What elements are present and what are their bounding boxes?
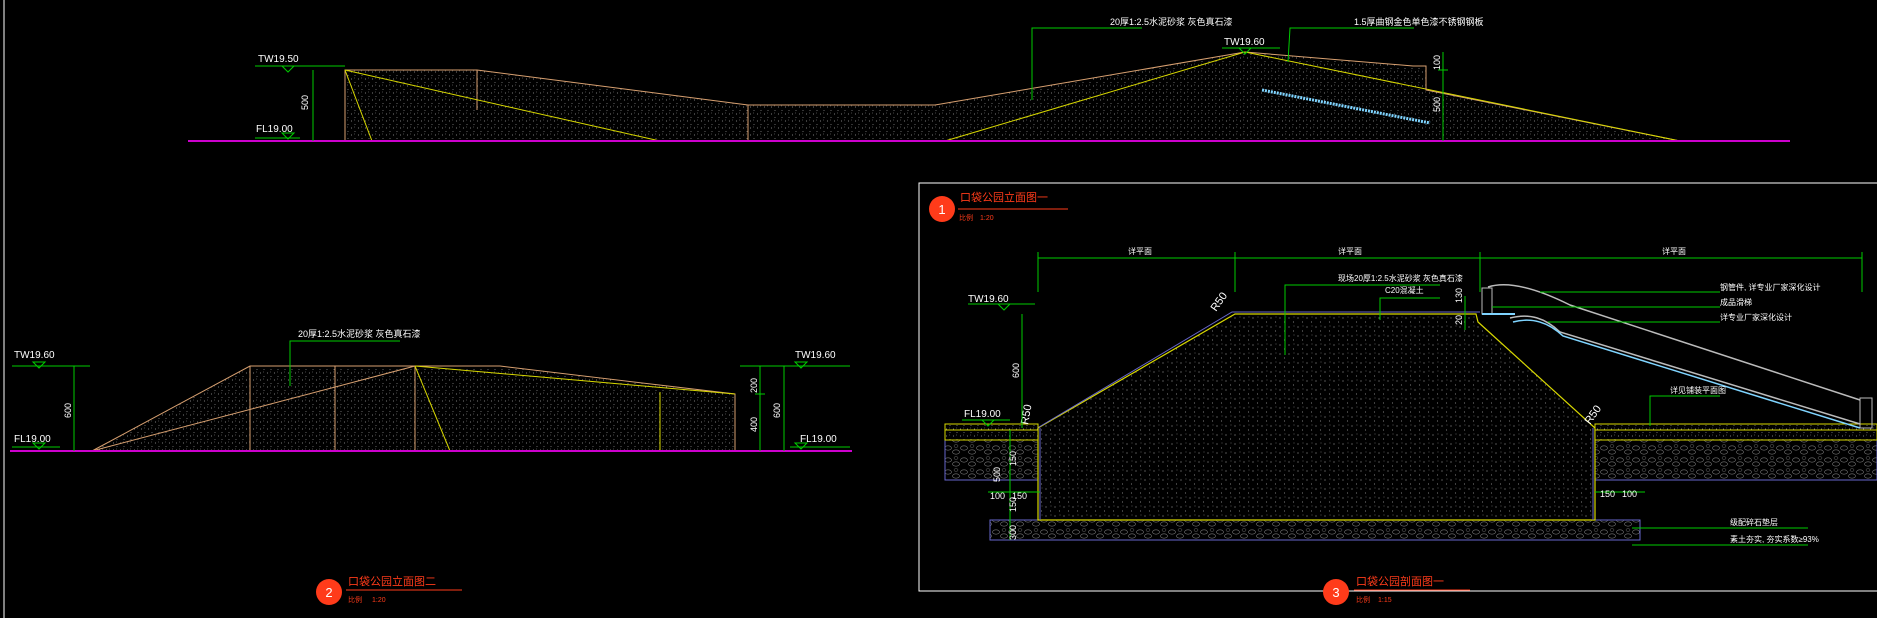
tw-peak-label: TW19.60 bbox=[1224, 37, 1265, 48]
dim-150r: 150 bbox=[1600, 489, 1615, 499]
dim-150a: 150 bbox=[1008, 451, 1018, 466]
fl-left-label-2: FL19.00 bbox=[14, 434, 51, 445]
note-weld: 成品滑梯 bbox=[1720, 297, 1752, 307]
title-2: 口袋公园立面图二 bbox=[348, 574, 436, 588]
r50-right: R50 bbox=[1583, 403, 1604, 426]
fl-right-label-2: FL19.00 bbox=[800, 434, 837, 445]
note-surface: 详见铺装平面图 bbox=[1670, 385, 1726, 395]
r50-top-left: R50 bbox=[1209, 290, 1230, 313]
section-mound bbox=[1037, 313, 1596, 521]
elevation-top-mass bbox=[344, 51, 1681, 142]
cad-drawing-canvas: TW19.50 FL19.00 500 TW19.60 100 500 20厚1… bbox=[3, 0, 1877, 618]
title-number-2: 2 bbox=[325, 585, 332, 600]
dim-500-section: 500 bbox=[992, 467, 1002, 482]
fl-left-label: FL19.00 bbox=[256, 124, 293, 135]
elevation-top: TW19.50 FL19.00 500 TW19.60 100 500 20厚1… bbox=[188, 16, 1790, 142]
scale-1: 1:20 bbox=[980, 215, 994, 222]
title-3: 口袋公园剖面图一 bbox=[1356, 574, 1444, 588]
note-gravel: 级配碎石垫层 bbox=[1730, 517, 1778, 527]
scale-3: 1:15 bbox=[1378, 597, 1392, 604]
tw-left-label-2: TW19.60 bbox=[14, 350, 55, 361]
note-mortar-top: 20厚1:2.5水泥砂浆 灰色真石漆 bbox=[1110, 16, 1233, 27]
seg-mid-label: 详平面 bbox=[1338, 246, 1362, 256]
title-number-1: 1 bbox=[938, 202, 945, 217]
level-marker bbox=[793, 361, 809, 369]
dim-100a: 100 bbox=[990, 491, 1005, 501]
scale-label-1: 比例 bbox=[959, 213, 973, 222]
gravel-base bbox=[989, 519, 1641, 541]
note-rail: 钢管件, 详专业厂家深化设计 bbox=[1720, 282, 1820, 292]
section-frame: 1 口袋公园立面图一 比例 1:20 详平面 详平面 详平面 TW19.60 F… bbox=[918, 182, 1877, 605]
dim-200: 200 bbox=[749, 378, 759, 393]
tw-section: TW19.60 bbox=[968, 294, 1009, 305]
dim-100r: 100 bbox=[1622, 489, 1637, 499]
r50-bottom-left: R50 bbox=[1019, 404, 1034, 426]
tw-left-label: TW19.50 bbox=[258, 54, 299, 65]
note-slide: 详专业厂家深化设计 bbox=[1720, 312, 1792, 322]
scale-2: 1:20 bbox=[372, 597, 386, 604]
dim-600-left-2: 600 bbox=[63, 403, 73, 418]
note-mortar-section: 现场20厚1:2.5水泥砂浆 灰色真石漆 bbox=[1338, 273, 1463, 283]
dim-500-right: 500 bbox=[1432, 97, 1442, 112]
level-marker bbox=[31, 361, 47, 369]
dim-20: 20 bbox=[1454, 315, 1464, 325]
dim-600-section: 600 bbox=[1011, 363, 1021, 378]
title-1: 口袋公园立面图一 bbox=[960, 190, 1048, 204]
note-steel-top: 1.5厚曲钢金色单色漆不锈钢钢板 bbox=[1354, 16, 1484, 27]
dim-300: 300 bbox=[1008, 525, 1018, 540]
seg-right-label: 详平面 bbox=[1662, 246, 1686, 256]
gravel-right bbox=[1594, 439, 1877, 481]
level-marker bbox=[280, 65, 296, 73]
elevation-two: TW19.60 FL19.00 600 TW19.60 FL19.00 200 … bbox=[10, 328, 852, 605]
scale-label-2: 比例 bbox=[348, 595, 362, 604]
dim-130: 130 bbox=[1454, 288, 1464, 303]
fl-section: FL19.00 bbox=[964, 409, 1001, 420]
dim-150c: 150 bbox=[1008, 497, 1018, 512]
seg-left-label: 详平面 bbox=[1128, 246, 1152, 256]
dim-100: 100 bbox=[1432, 55, 1442, 70]
tw-right-label-2: TW19.60 bbox=[795, 350, 836, 361]
note-soil: 素土夯实, 夯实系数≥93% bbox=[1730, 534, 1819, 544]
elevation-two-mass bbox=[91, 365, 736, 452]
dim-600-right-2: 600 bbox=[772, 403, 782, 418]
dim-400: 400 bbox=[749, 417, 759, 432]
note-concrete: C20混凝土 bbox=[1385, 285, 1424, 295]
scale-label-3: 比例 bbox=[1356, 595, 1370, 604]
dim-500-left: 500 bbox=[300, 95, 310, 110]
title-number-3: 3 bbox=[1332, 585, 1339, 600]
note-mortar-2: 20厚1:2.5水泥砂浆 灰色真石漆 bbox=[298, 328, 421, 339]
